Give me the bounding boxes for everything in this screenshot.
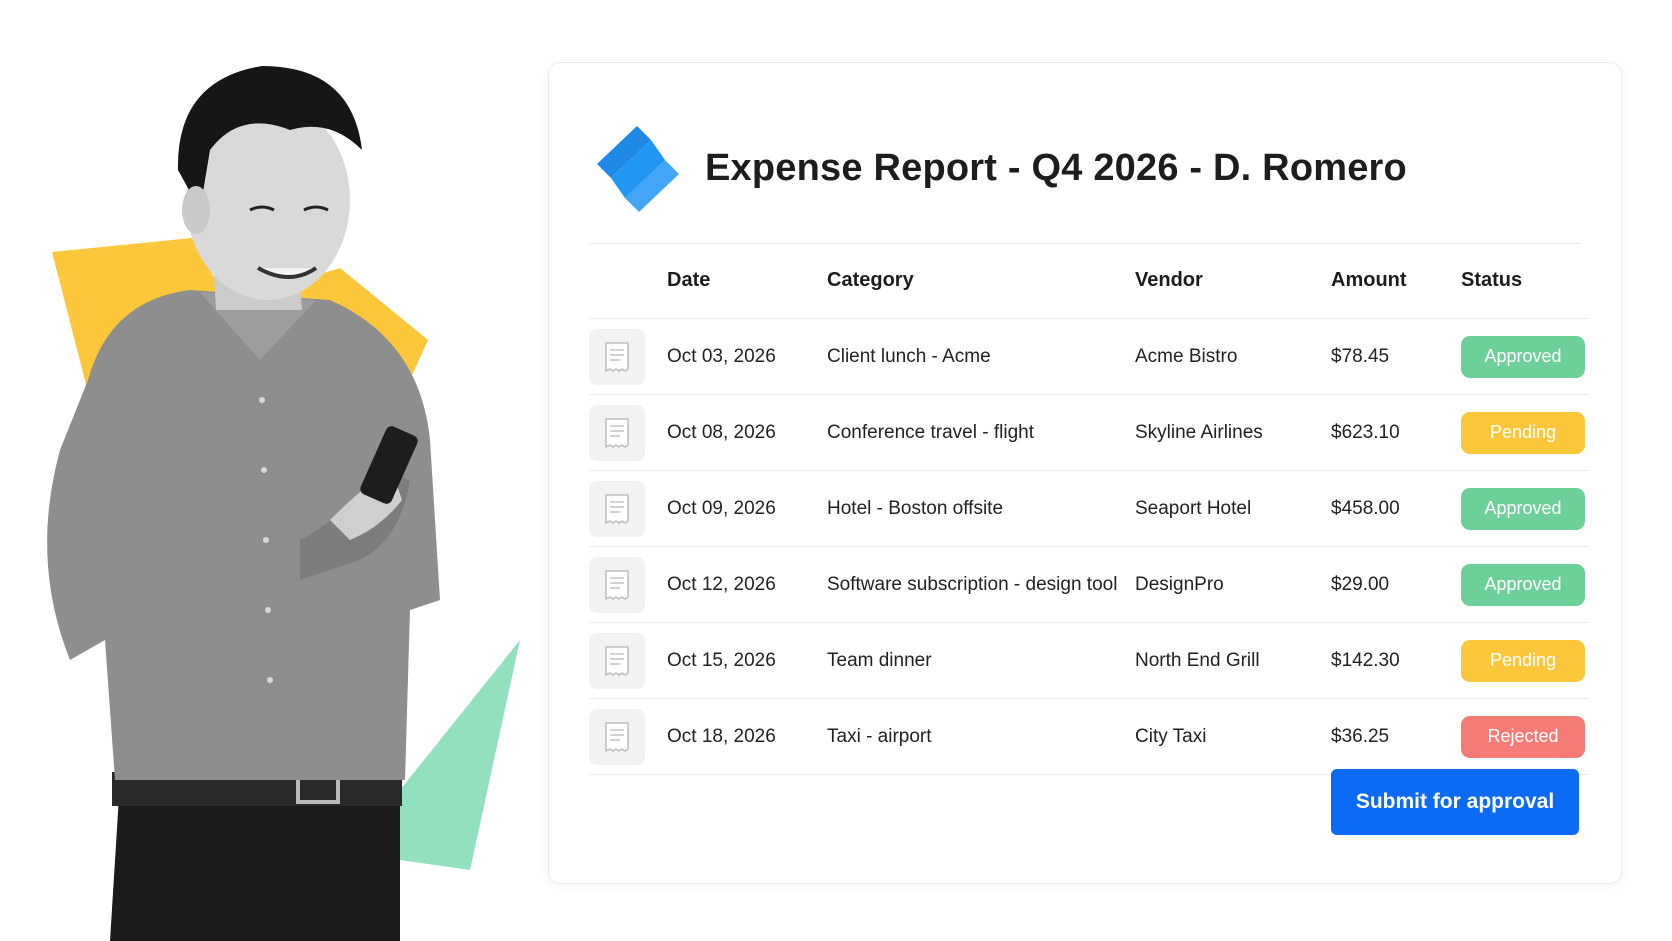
cell-date: Oct 18, 2026 (667, 725, 776, 747)
cell-category: Taxi - airport (827, 725, 932, 747)
cell-date: Oct 15, 2026 (667, 649, 776, 671)
receipt-cell (589, 632, 667, 689)
table-row[interactable]: Oct 08, 2026 Conference travel - flight Sk… (589, 395, 1589, 471)
receipt-icon[interactable] (589, 556, 645, 613)
cell-vendor: Seaport Hotel (1135, 497, 1252, 519)
receipt-cell (589, 480, 667, 537)
submit-for-approval-button[interactable]: Submit for approval (1331, 769, 1579, 835)
status-badge: Approved (1461, 487, 1585, 530)
receipt-cell (589, 328, 667, 385)
table-header-row: Date Category Vendor Amount Status (589, 243, 1589, 319)
status-badge: Approved (1461, 563, 1585, 606)
cell-status: Pending (1461, 411, 1589, 454)
receipt-cell (589, 556, 667, 613)
column-header-vendor[interactable]: Vendor (1135, 269, 1331, 292)
cell-status: Approved (1461, 335, 1589, 378)
column-header-date[interactable]: Date (667, 269, 827, 292)
column-header-status[interactable]: Status (1461, 269, 1589, 292)
cell-status: Rejected (1461, 715, 1589, 758)
table-row[interactable]: Oct 12, 2026 Software subscription - desi… (589, 547, 1589, 623)
status-badge: Rejected (1461, 715, 1585, 758)
cell-vendor: Acme Bistro (1135, 345, 1238, 367)
cell-category: Software subscription - design tool (827, 573, 1118, 595)
table-row[interactable]: Oct 18, 2026 Taxi - airport City Taxi $36.2… (589, 699, 1589, 775)
cell-status: Approved (1461, 563, 1589, 606)
cell-status: Pending (1461, 639, 1589, 682)
table-row[interactable]: Oct 15, 2026 Team dinner North End Grill $1… (589, 623, 1589, 699)
cell-vendor: Skyline Airlines (1135, 421, 1263, 443)
page-title: Expense Report - Q4 2026 - D. Romero (705, 146, 1407, 189)
brand-logo-icon (597, 126, 679, 212)
cell-vendor: DesignPro (1135, 573, 1224, 595)
receipt-icon[interactable] (589, 632, 645, 689)
cell-amount: $78.45 (1331, 345, 1390, 367)
receipt-cell (589, 708, 667, 765)
cell-amount: $29.00 (1331, 573, 1390, 595)
column-header-category[interactable]: Category (827, 269, 1135, 292)
table-row[interactable]: Oct 09, 2026 Hotel - Boston offsite Seapor… (589, 471, 1589, 547)
receipt-icon[interactable] (589, 708, 645, 765)
hero-illustration (47, 66, 520, 941)
cell-date: Oct 12, 2026 (667, 573, 776, 595)
status-badge: Pending (1461, 411, 1585, 454)
expense-report-card: Expense Report - Q4 2026 - D. Romero Dat… (548, 62, 1622, 884)
report-header: Expense Report - Q4 2026 - D. Romero (589, 93, 1581, 244)
receipt-cell (589, 404, 667, 461)
cell-category: Client lunch - Acme (827, 345, 991, 367)
cell-amount: $623.10 (1331, 421, 1400, 443)
column-header-amount[interactable]: Amount (1331, 269, 1461, 292)
cell-amount: $142.30 (1331, 649, 1400, 671)
cell-vendor: North End Grill (1135, 649, 1260, 671)
cell-vendor: City Taxi (1135, 725, 1207, 747)
status-badge: Approved (1461, 335, 1585, 378)
cell-date: Oct 08, 2026 (667, 421, 776, 443)
cell-amount: $458.00 (1331, 497, 1400, 519)
cell-status: Approved (1461, 487, 1589, 530)
green-shape (400, 640, 520, 870)
expense-table: Date Category Vendor Amount Status Oct 0… (589, 243, 1589, 775)
receipt-icon[interactable] (589, 404, 645, 461)
cell-amount: $36.25 (1331, 725, 1390, 747)
cell-category: Team dinner (827, 649, 932, 671)
receipt-icon[interactable] (589, 328, 645, 385)
person-figure (47, 66, 441, 941)
cell-date: Oct 03, 2026 (667, 345, 776, 367)
cell-category: Hotel - Boston offsite (827, 497, 1004, 519)
status-badge: Pending (1461, 639, 1585, 682)
cell-category: Conference travel - flight (827, 421, 1034, 443)
table-row[interactable]: Oct 03, 2026 Client lunch - Acme Acme Bist… (589, 319, 1589, 395)
cell-date: Oct 09, 2026 (667, 497, 776, 519)
receipt-icon[interactable] (589, 480, 645, 537)
